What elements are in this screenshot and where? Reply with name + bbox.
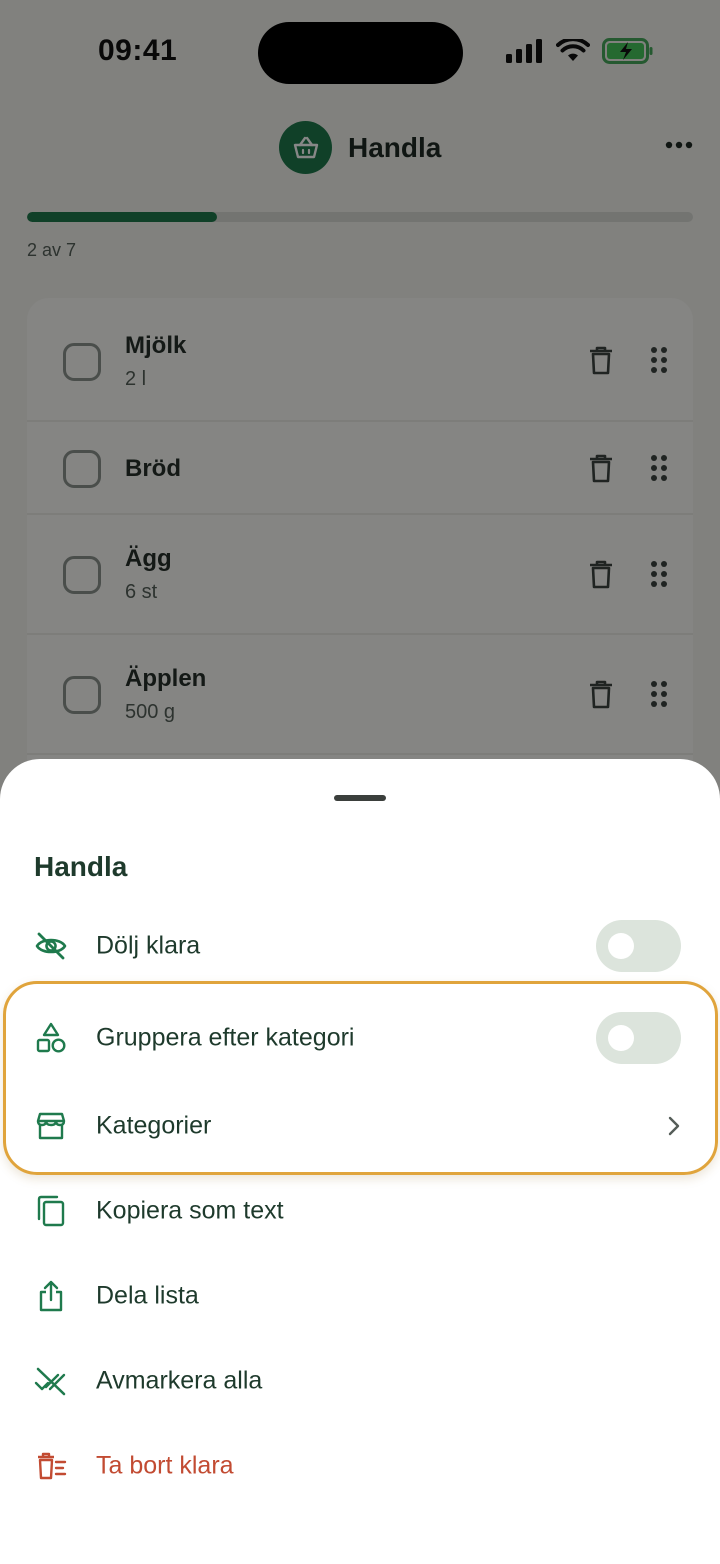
app-screen: 09:41 Handla 2 av 7 Mjölk 2 l Bröd Ägg 6…	[0, 0, 720, 1564]
option-copy-as-text[interactable]: Kopiera som text	[0, 1176, 720, 1246]
option-delete-completed[interactable]: Ta bort klara	[0, 1431, 720, 1501]
option-uncheck-all[interactable]: Avmarkera alla	[0, 1346, 720, 1416]
option-share-list[interactable]: Dela lista	[0, 1261, 720, 1331]
hide-completed-toggle[interactable]	[596, 920, 681, 972]
option-label: Dölj klara	[96, 931, 201, 960]
toggle-knob	[608, 933, 634, 959]
delete-completed-icon	[34, 1449, 68, 1483]
sheet-title: Handla	[34, 851, 128, 882]
copy-icon	[34, 1194, 68, 1228]
option-hide-completed[interactable]: Dölj klara	[0, 911, 720, 981]
option-label: Dela lista	[96, 1281, 199, 1310]
option-label: Avmarkera alla	[96, 1366, 263, 1395]
share-icon	[34, 1279, 68, 1313]
option-label: Kopiera som text	[96, 1196, 284, 1225]
options-sheet: Handla Dölj klara Gruppera efter kategor…	[0, 759, 720, 1564]
option-label: Ta bort klara	[96, 1451, 234, 1480]
highlight-frame	[3, 981, 718, 1175]
sheet-grabber[interactable]	[334, 795, 386, 801]
eye-off-icon	[34, 929, 68, 963]
uncheck-all-icon	[34, 1364, 68, 1398]
